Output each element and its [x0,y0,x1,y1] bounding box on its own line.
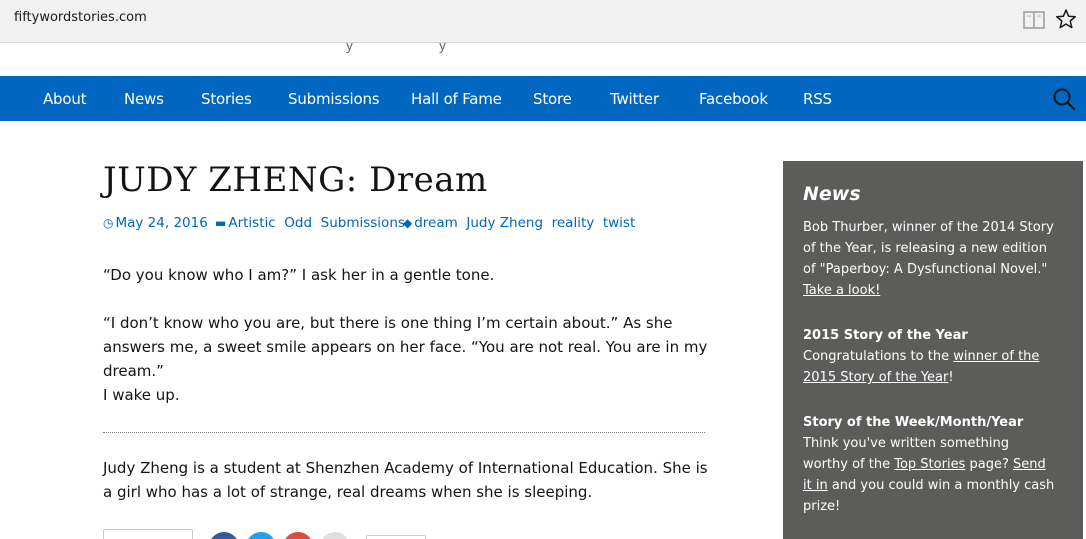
news-text: page? [965,457,1013,472]
twitter-share-icon[interactable] [246,532,276,539]
tag-icon: ◆ [403,216,413,230]
post-tags: ◆ dream Judy Zheng reality twist [403,215,635,231]
news-text: Bob Thurber, winner of the 2014 Story of… [803,220,1054,277]
more-share-icon[interactable] [320,532,350,539]
header-text-fragment: y [439,43,446,53]
bookmark-star-icon[interactable] [1055,8,1077,30]
tag-link[interactable]: twist [603,215,635,231]
news-heading: 2015 Story of the Year [803,328,968,343]
widget-title: News [803,183,861,205]
address-bar[interactable]: fiftywordstories.com [14,10,147,25]
nav-item-submissions[interactable]: Submissions [288,90,380,108]
news-item-story-of-year: 2015 Story of the Year Congratulations t… [803,325,1058,388]
tag-link[interactable]: reality [552,215,595,231]
news-heading: Story of the Week/Month/Year [803,415,1024,430]
news-text: and you could win a monthly cash prize! [803,478,1055,514]
folder-icon: ▬ [215,216,227,230]
post-categories: ▬ Artistic Odd Submissions [215,215,405,231]
nav-item-facebook[interactable]: Facebook [699,90,768,108]
tag-link[interactable]: Judy Zheng [466,215,543,231]
post-date-label[interactable]: May 24, 2016 [115,215,207,231]
author-bio: Judy Zheng is a student at Shenzhen Acad… [103,459,708,501]
nav-item-news[interactable]: News [124,90,164,108]
category-link[interactable]: Odd [284,215,312,231]
google-share-icon[interactable] [283,532,313,539]
news-item-story-of-week: Story of the Week/Month/Year Think you'v… [803,412,1058,517]
search-icon[interactable] [1052,87,1076,111]
reader-view-icon[interactable] [1022,9,1046,31]
nav-item-twitter[interactable]: Twitter [610,90,659,108]
share-count-button[interactable] [366,535,426,539]
category-link[interactable]: Submissions [321,215,405,231]
take-a-look-link[interactable]: Take a look! [803,283,880,298]
nav-item-stories[interactable]: Stories [201,90,252,108]
main-navigation: About News Stories Submissions Hall of F… [0,76,1086,121]
section-divider [103,432,705,433]
story-paragraph: I wake up. [103,386,180,404]
news-text: Congratulations to the [803,349,954,364]
nav-item-hall-of-fame[interactable]: Hall of Fame [411,90,502,108]
nav-item-store[interactable]: Store [533,90,572,108]
facebook-share-icon[interactable] [209,532,239,539]
story-paragraph: “Do you know who I am?” I ask her in a g… [103,266,495,284]
nav-item-about[interactable]: About [43,90,87,108]
nav-item-rss[interactable]: RSS [803,90,832,108]
article-title: JUDY ZHENG: Dream [103,160,488,200]
category-link[interactable]: Artistic [228,215,275,231]
post-date[interactable]: ◷ May 24, 2016 [103,215,208,231]
top-stories-link[interactable]: Top Stories [894,457,965,472]
news-item-paperboy: Bob Thurber, winner of the 2014 Story of… [803,217,1058,301]
story-paragraph: “I don’t know who you are, but there is … [103,314,708,380]
header-text-fragment: y [346,43,353,53]
share-button[interactable] [103,529,193,539]
tag-link[interactable]: dream [414,215,458,231]
clock-icon: ◷ [103,216,114,230]
browser-toolbar: fiftywordstories.com [0,0,1086,43]
news-text: ! [948,370,954,385]
site-header-remnant: y y [0,43,1086,76]
